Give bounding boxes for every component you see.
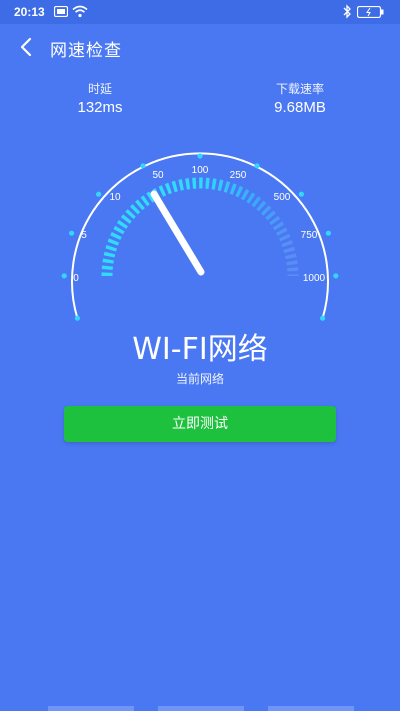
wifi-icon [72,5,88,18]
gauge-dot [69,230,75,236]
gauge-scale-label: 1000 [303,273,326,284]
network-caption: 当前网络 [175,372,224,386]
status-bar: 20:13 [0,0,400,24]
start-test-button[interactable]: 立即测试 [64,406,336,442]
bottom-edge [48,706,354,711]
gauge-dot [333,273,339,279]
gauge-scale-label: 500 [274,192,291,203]
gauge-scale-label: 750 [301,230,318,241]
gauge-dot [254,163,260,169]
notification-icon [54,6,68,17]
back-button[interactable] [14,34,40,60]
gauge-dot [96,191,102,197]
network-name: WI-FI网络 [132,332,268,367]
gauge-scale-label: 250 [230,170,247,181]
chevron-left-icon [20,37,32,57]
gauge-dot [61,273,67,279]
status-time: 20:13 [14,5,45,19]
latency-label: 时延 [87,82,112,96]
gauge-dot [320,315,326,321]
download-label: 下载速率 [275,82,324,96]
gauge-scale-label: 10 [109,192,121,203]
gauge-dot [140,163,146,169]
app-header: 网速检查 [0,24,400,70]
download-stat: 下载速率 9.68MB [258,80,342,116]
gauge-scale-label: 100 [192,165,209,176]
gauge-dot [325,230,331,236]
download-value: 9.68MB [274,99,326,116]
gauge-dot [197,153,203,159]
latency-value: 132ms [77,99,123,116]
latency-stat: 时延 132ms [60,80,140,116]
gauge-scale-label: 5 [81,230,87,241]
page-title: 网速检查 [50,41,122,61]
gauge-dot [74,315,80,321]
gauge-needle [150,190,205,276]
bluetooth-icon [343,4,351,19]
gauge-scale-label: 50 [152,170,164,181]
gauge-scale-label: 0 [73,273,79,284]
speed-gauge: 0 5 10 50 100 250 500 750 1000 [61,152,339,321]
gauge-dot [298,191,304,197]
gauge-progress-arc [101,177,299,277]
battery-icon [357,6,384,18]
